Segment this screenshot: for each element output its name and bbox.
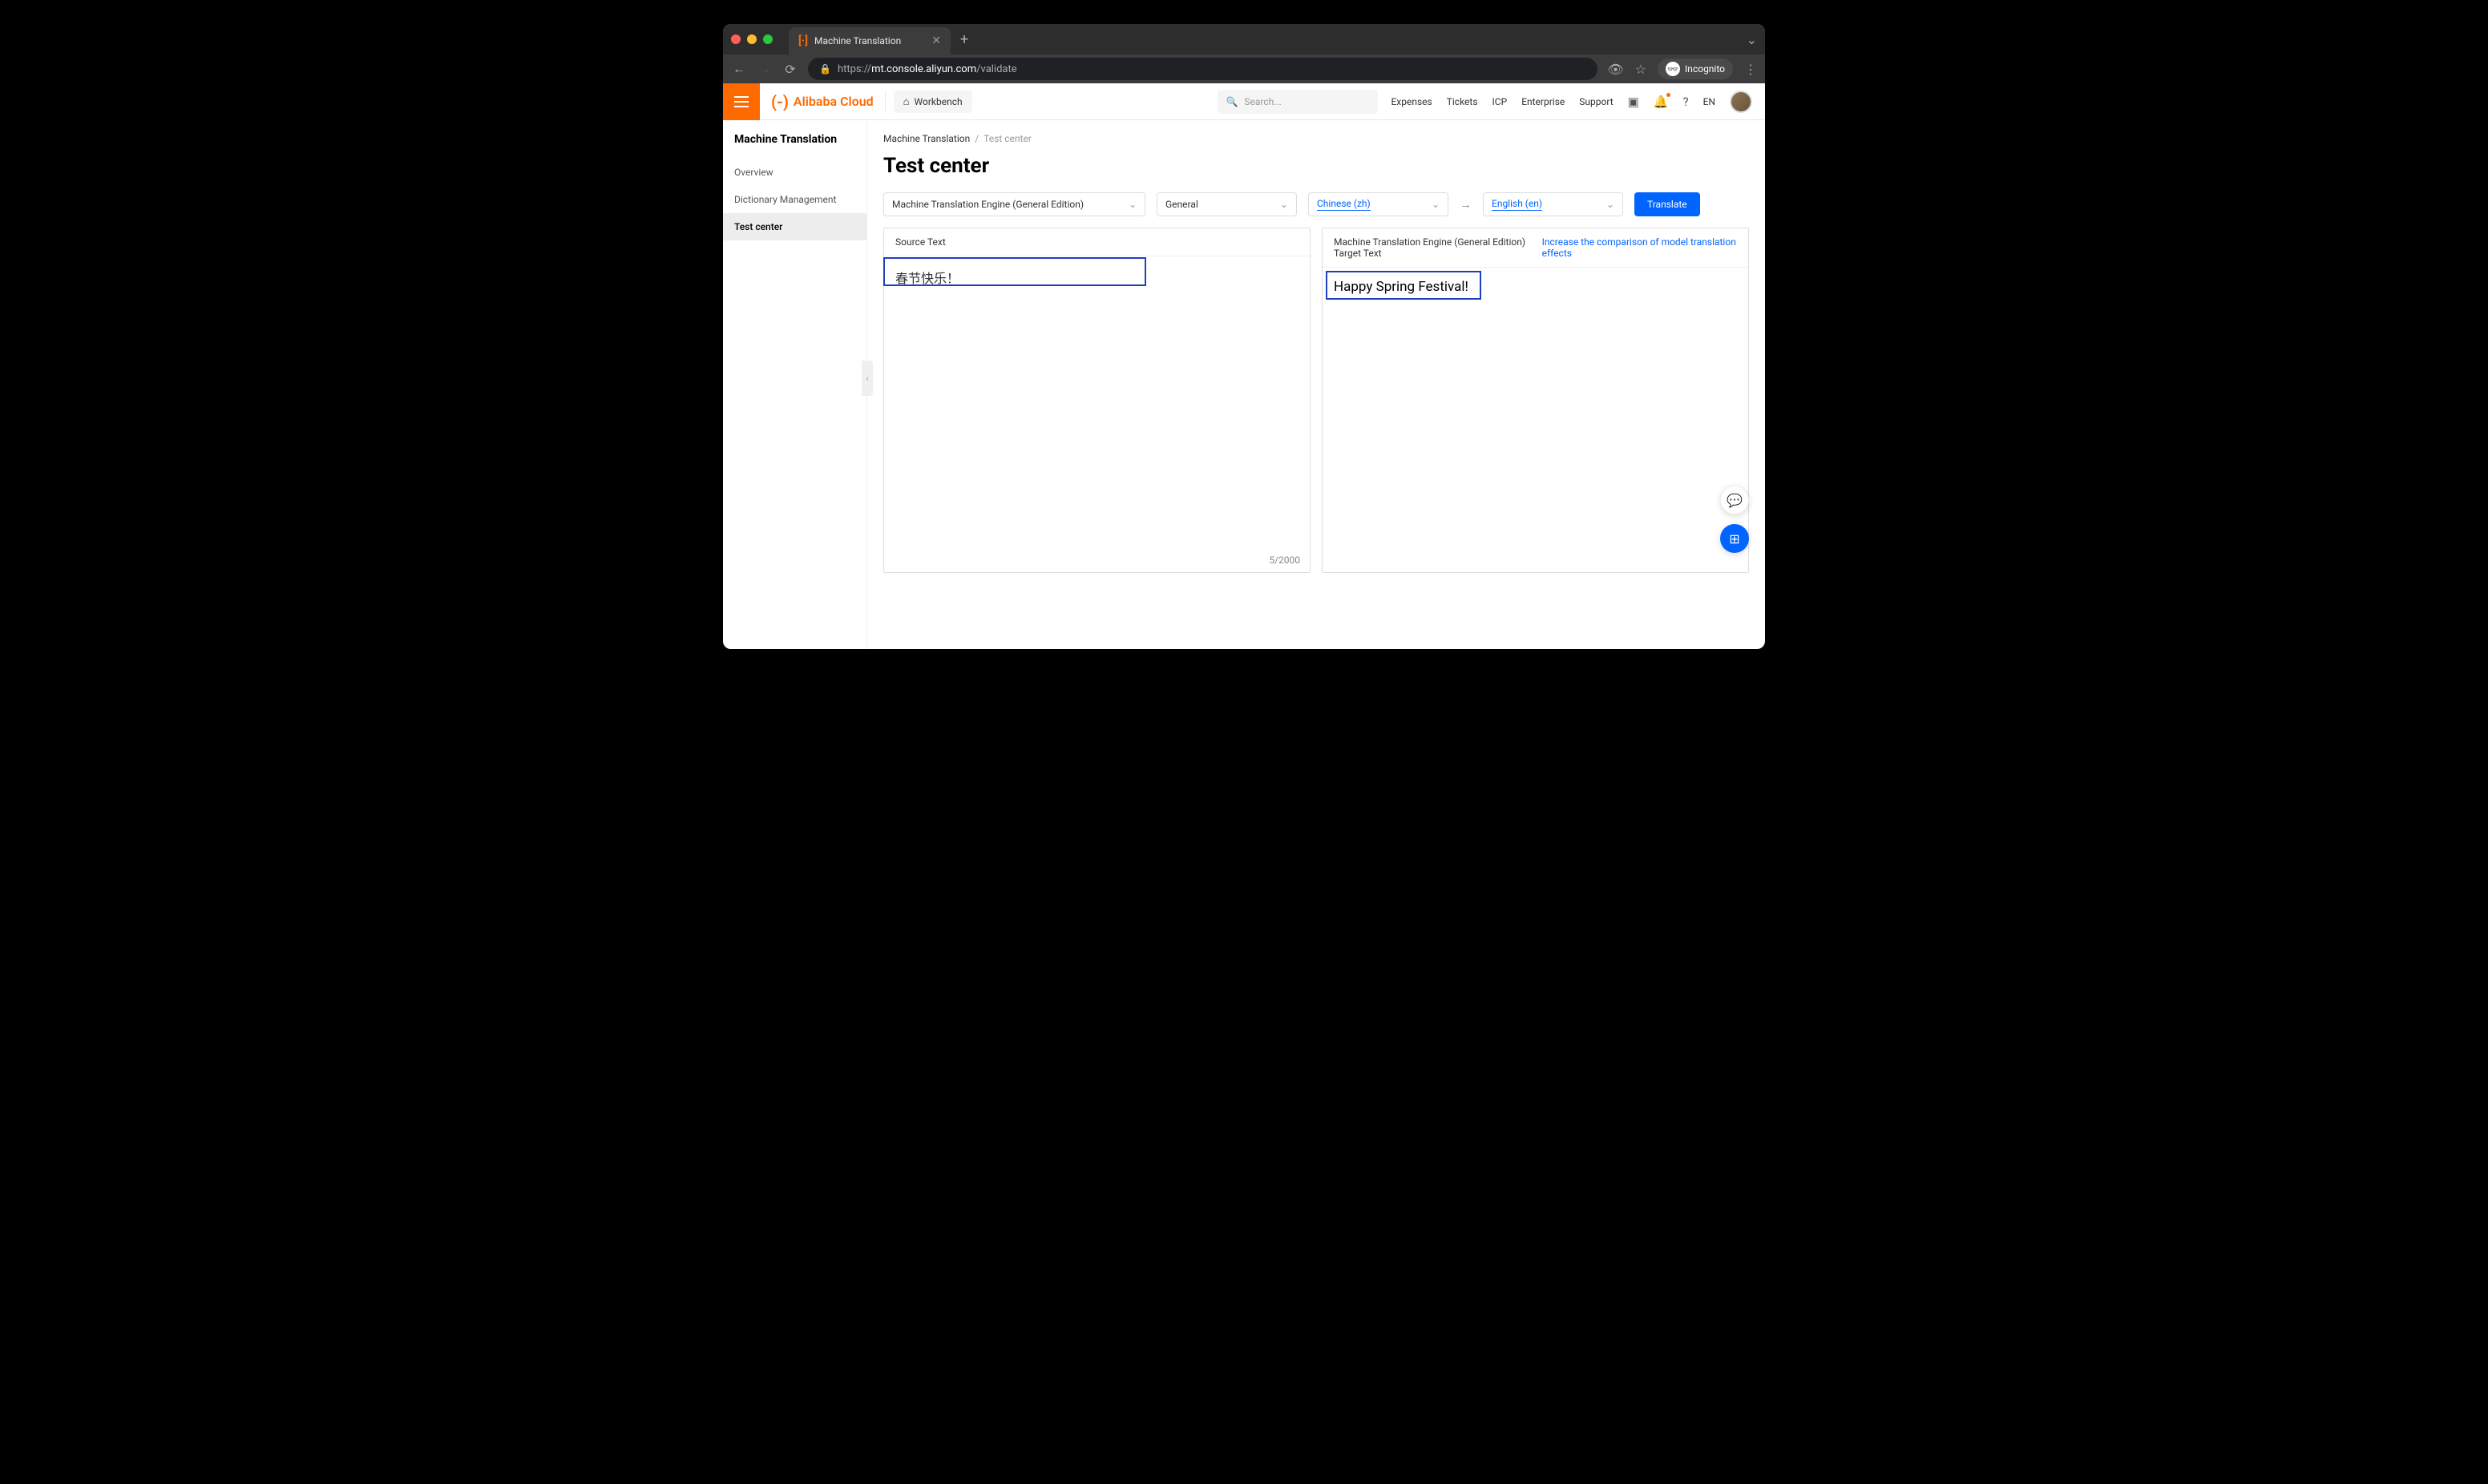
breadcrumb: Machine Translation / Test center [883, 133, 1749, 144]
target-output: Happy Spring Festival! [1323, 268, 1748, 572]
sidebar-collapse-button[interactable]: ‹ [862, 361, 873, 396]
window-close-button[interactable] [731, 34, 741, 44]
incognito-label: Incognito [1685, 63, 1725, 75]
target-lang-select[interactable]: English (en) ⌄ [1483, 192, 1623, 216]
translate-button[interactable]: Translate [1634, 192, 1700, 216]
domain-value: General [1165, 199, 1198, 210]
apps-button[interactable]: ⊞ [1720, 524, 1749, 553]
target-highlight-box [1326, 271, 1481, 300]
chevron-down-icon: ⌄ [1129, 199, 1137, 210]
browser-tab[interactable]: [·] Machine Translation ✕ [789, 27, 951, 54]
source-panel: Source Text 春节快乐！ 5/2000 [883, 228, 1311, 573]
breadcrumb-current: Test center [983, 133, 1032, 144]
sidebar-title: Machine Translation [723, 120, 866, 159]
header-links: Expenses Tickets ICP Enterprise Support … [1378, 91, 1765, 113]
source-panel-header: Source Text [884, 228, 1310, 256]
brand-name: Alibaba Cloud [794, 94, 874, 109]
target-panel: Machine Translation Engine (General Edit… [1322, 228, 1749, 573]
link-support[interactable]: Support [1579, 96, 1613, 107]
browser-tab-bar: [·] Machine Translation ✕ + ⌄ [723, 24, 1765, 54]
sidebar-item-test-center[interactable]: Test center [723, 213, 866, 240]
main-content: Machine Translation / Test center Test c… [867, 120, 1765, 649]
hamburger-menu-button[interactable] [723, 83, 760, 120]
workbench-button[interactable]: ⌂ Workbench [894, 91, 972, 113]
window-maximize-button[interactable] [763, 34, 773, 44]
engine-select[interactable]: Machine Translation Engine (General Edit… [883, 192, 1145, 216]
sidebar-item-dictionary[interactable]: Dictionary Management [723, 186, 866, 213]
tab-close-icon[interactable]: ✕ [931, 34, 941, 47]
target-lang-value: English (en) [1492, 198, 1542, 211]
chevron-down-icon: ⌄ [1280, 199, 1288, 210]
link-icp[interactable]: ICP [1492, 96, 1508, 107]
source-textarea[interactable]: 春节快乐！ 5/2000 [884, 256, 1310, 572]
nav-back-icon[interactable]: ← [731, 61, 747, 77]
search-input[interactable]: 🔍 Search... [1218, 90, 1378, 114]
url-text: https://mt.console.aliyun.com/validate [838, 63, 1017, 75]
lang-switch[interactable]: EN [1703, 96, 1715, 107]
arrow-right-icon: → [1460, 197, 1472, 212]
link-expenses[interactable]: Expenses [1391, 96, 1432, 107]
domain-select[interactable]: General ⌄ [1157, 192, 1297, 216]
bell-icon[interactable]: 🔔 [1654, 95, 1669, 109]
incognito-badge[interactable]: 👓 Incognito [1658, 58, 1733, 79]
chat-icon: 💬 [1727, 493, 1743, 508]
source-highlight-box [883, 257, 1146, 286]
incognito-icon: 👓 [1666, 62, 1680, 76]
breadcrumb-sep: / [975, 133, 979, 144]
breadcrumb-root[interactable]: Machine Translation [883, 133, 970, 144]
help-icon[interactable]: ? [1683, 95, 1689, 109]
lock-icon: 🔒 [819, 63, 831, 75]
source-header-label: Source Text [895, 236, 946, 248]
new-tab-button[interactable]: + [960, 31, 968, 48]
nav-forward-icon: → [757, 61, 773, 77]
chevron-down-icon: ⌄ [1606, 199, 1614, 210]
url-input[interactable]: 🔒 https://mt.console.aliyun.com/validate [808, 58, 1597, 80]
tab-title: Machine Translation [814, 35, 901, 46]
target-header-label: Machine Translation Engine (General Edit… [1334, 236, 1542, 259]
floating-buttons: 💬 ⊞ [1720, 486, 1749, 553]
translation-panels: Source Text 春节快乐！ 5/2000 Machine Transla… [883, 228, 1749, 573]
link-enterprise[interactable]: Enterprise [1521, 96, 1565, 107]
brand-logo[interactable]: (-) Alibaba Cloud [760, 91, 886, 112]
search-icon: 🔍 [1226, 96, 1238, 107]
char-count: 5/2000 [1269, 554, 1300, 566]
logo-icon: (-) [771, 92, 789, 111]
sidebar: Machine Translation Overview Dictionary … [723, 120, 867, 649]
workbench-label: Workbench [915, 96, 963, 107]
target-panel-header: Machine Translation Engine (General Edit… [1323, 228, 1748, 268]
link-tickets[interactable]: Tickets [1447, 96, 1478, 107]
apps-icon: ⊞ [1729, 531, 1739, 546]
nav-reload-icon[interactable]: ⟳ [782, 62, 798, 77]
eye-off-icon[interactable]: 👁 [1607, 62, 1623, 77]
compare-link[interactable]: Increase the comparison of model transla… [1542, 236, 1737, 259]
app-header: (-) Alibaba Cloud ⌂ Workbench 🔍 Search..… [723, 83, 1765, 120]
search-placeholder: Search... [1244, 96, 1281, 107]
address-bar: ← → ⟳ 🔒 https://mt.console.aliyun.com/va… [723, 54, 1765, 83]
page-title: Test center [883, 154, 1749, 178]
home-icon: ⌂ [903, 95, 910, 108]
source-lang-value: Chinese (zh) [1317, 198, 1371, 211]
chevron-down-icon: ⌄ [1432, 199, 1440, 210]
browser-menu-icon[interactable]: ⋮ [1744, 62, 1757, 77]
star-icon[interactable]: ☆ [1635, 62, 1646, 77]
sidebar-item-overview[interactable]: Overview [723, 159, 866, 186]
source-lang-select[interactable]: Chinese (zh) ⌄ [1308, 192, 1448, 216]
engine-value: Machine Translation Engine (General Edit… [892, 199, 1084, 210]
chat-button[interactable]: 💬 [1720, 486, 1749, 514]
controls-row: Machine Translation Engine (General Edit… [883, 192, 1749, 216]
terminal-icon[interactable]: ▣ [1628, 95, 1639, 109]
tab-favicon-icon: [·] [798, 34, 808, 47]
window-controls [731, 34, 773, 44]
avatar[interactable] [1730, 91, 1752, 113]
window-minimize-button[interactable] [747, 34, 757, 44]
tabbar-chevron-icon[interactable]: ⌄ [1747, 32, 1757, 47]
